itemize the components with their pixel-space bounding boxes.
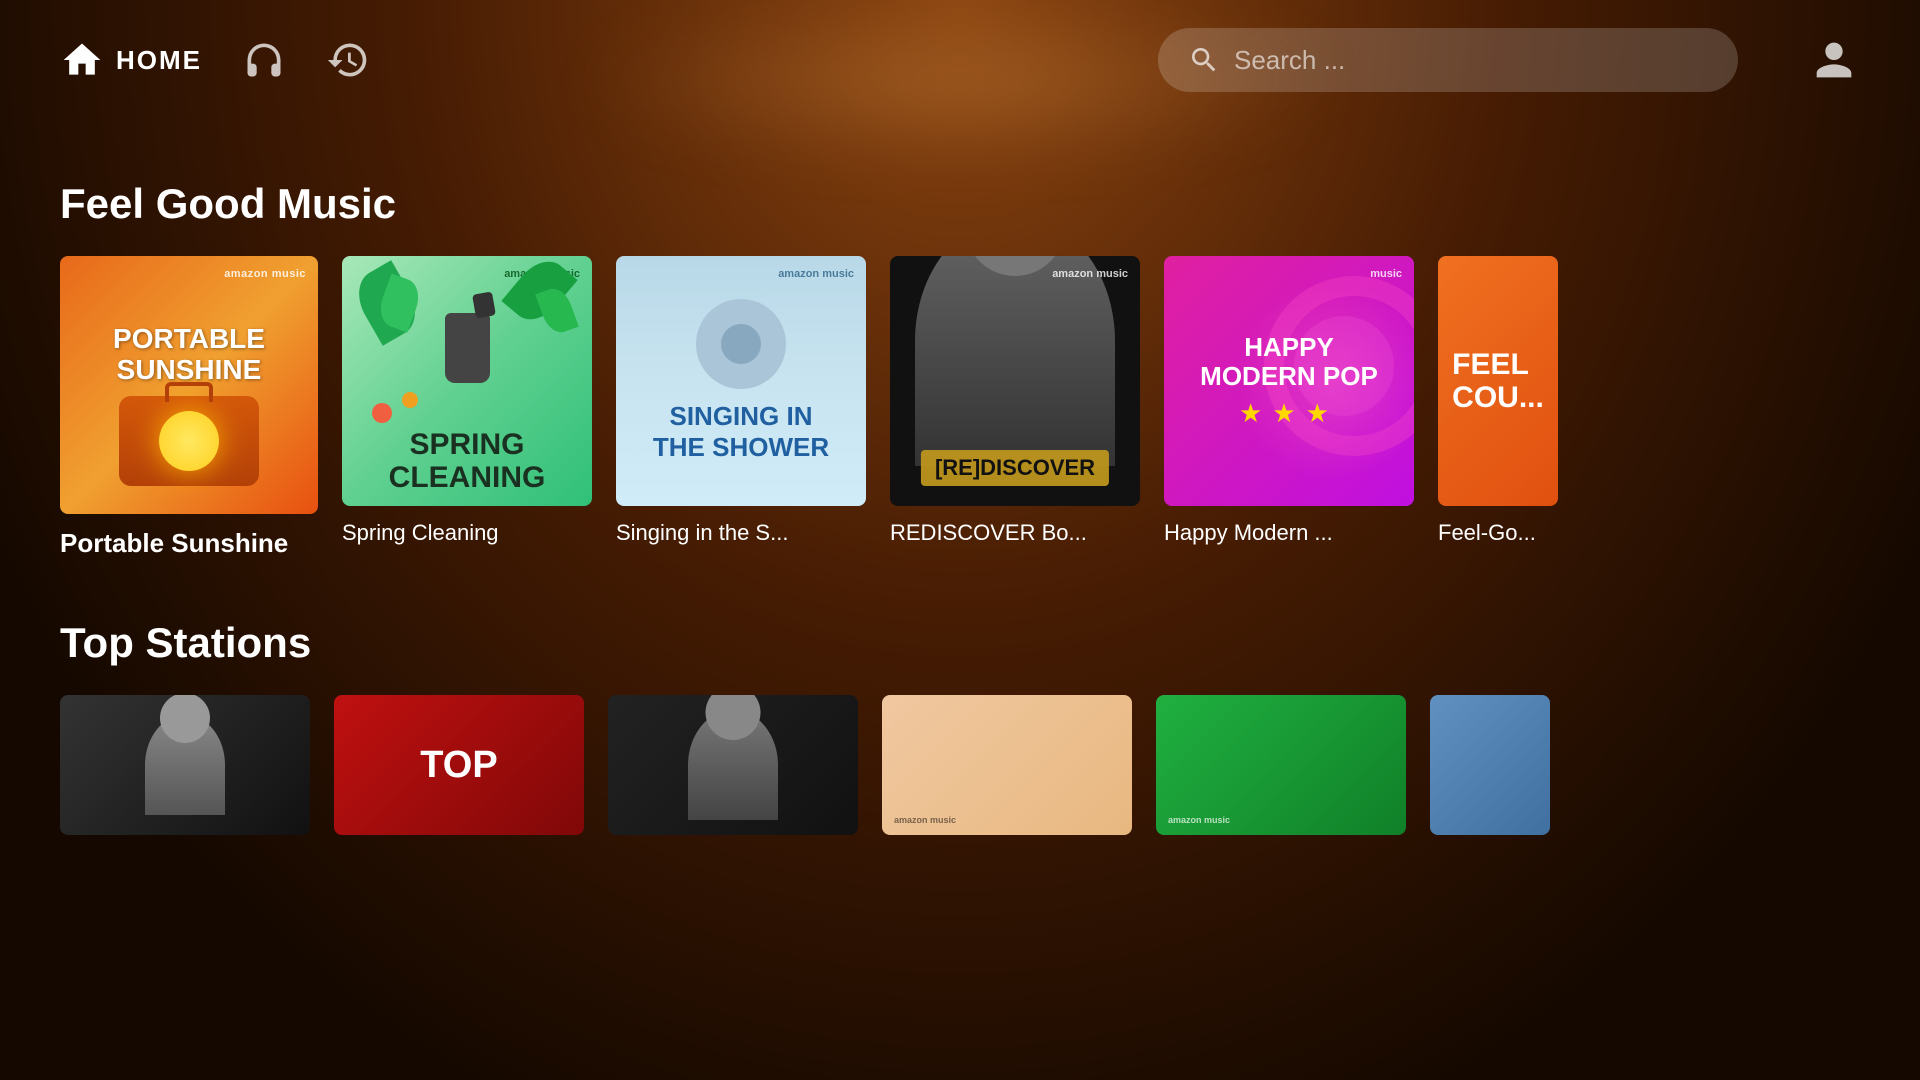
top-station-label: TOP [420,744,497,787]
top-stations-title: Top Stations [60,619,1860,667]
station-card-3[interactable] [608,695,858,835]
card-label-portable: Portable Sunshine [60,528,310,559]
stations-cards-row: TOP amazon music amazon m [60,695,1860,835]
card-label-happy: Happy Modern ... [1164,520,1414,546]
station-card-6[interactable] [1430,695,1550,835]
card-art-rediscover: amazon music [RE]DISCOVER [890,256,1140,506]
card-label-shower: Singing in the S... [616,520,866,546]
home-label: HOME [116,45,202,76]
card-label-rediscover: REDISCOVER Bo... [890,520,1140,546]
profile-icon[interactable] [1808,34,1860,86]
station-card-1[interactable] [60,695,310,835]
home-icon [60,38,104,82]
card-label-spring: Spring Cleaning [342,520,592,546]
card-rediscover[interactable]: amazon music [RE]DISCOVER REDISCOVER Bo.… [890,256,1140,559]
card-happy-modern-pop[interactable]: music HAPPYMODERN POP ★★★ Happy Modern .… [1164,256,1414,559]
station-card-4[interactable]: amazon music [882,695,1132,835]
card-art-spring: amazon music [342,256,592,506]
top-stations-section: Top Stations TOP [0,619,1920,835]
station-card-top[interactable]: TOP [334,695,584,835]
search-icon [1188,44,1220,76]
card-art-shower: amazon music SINGING INTHE SHOWER [616,256,866,506]
feel-good-cards-row: amazon music PORTABLESUNSHINE Portable S… [60,256,1860,559]
feel-good-title: Feel Good Music [60,180,1860,228]
station-pastel-badge: amazon music [894,815,956,825]
nav-home-button[interactable]: HOME [60,38,202,82]
search-bar[interactable]: Search ... [1158,28,1738,92]
card-art-portable: amazon music PORTABLESUNSHINE [60,256,318,514]
feel-good-section: Feel Good Music amazon music PORTABLESUN… [0,180,1920,559]
headphones-icon[interactable] [242,38,286,82]
card-art-feelgood: FEELCOU... [1438,256,1558,506]
card-spring-cleaning[interactable]: amazon music [342,256,592,559]
card-feel-good-country[interactable]: FEELCOU... Feel-Go... [1438,256,1558,559]
card-singing-shower[interactable]: amazon music SINGING INTHE SHOWER Singin… [616,256,866,559]
station-green-badge: amazon music [1168,815,1230,825]
card-label-feelgood: Feel-Go... [1438,520,1558,546]
station-card-5[interactable]: amazon music [1156,695,1406,835]
search-placeholder: Search ... [1234,45,1708,76]
card-art-happy: music HAPPYMODERN POP ★★★ [1164,256,1414,506]
history-icon[interactable] [326,38,370,82]
card-portable-sunshine[interactable]: amazon music PORTABLESUNSHINE Portable S… [60,256,318,559]
header: HOME Search ... [0,0,1920,120]
